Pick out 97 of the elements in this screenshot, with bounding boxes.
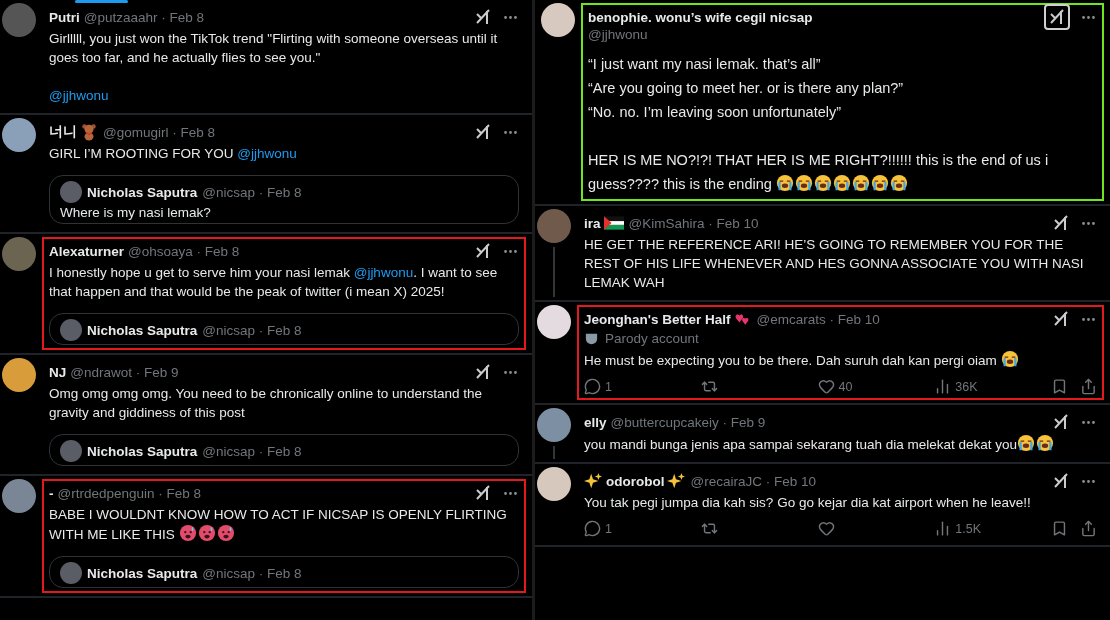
slash-icon[interactable] bbox=[474, 484, 492, 502]
quoted-text: Where is my nasi lemak? bbox=[60, 205, 212, 220]
slash-icon[interactable] bbox=[1052, 310, 1070, 328]
tweet-text: You tak pegi jumpa dia kah sis? Go go kejar dia kat airport when he leave!! bbox=[584, 494, 1032, 512]
user-name[interactable]: benophie. wonu’s wife cegil nicsap bbox=[588, 9, 813, 25]
tweet-text: Omg omg omg omg. You need to be chronically online to understand the gravity and giddiness of this post bbox=[49, 385, 484, 422]
bookmark-icon[interactable] bbox=[1051, 520, 1068, 537]
handle-and-date: @putzaaahr · Feb 8 bbox=[83, 9, 205, 25]
slash-icon[interactable] bbox=[474, 242, 492, 260]
quoted-post[interactable]: Nicholas Saputra @nicsap · Feb 8 bbox=[49, 313, 519, 345]
tweet-text: HE GET THE REFERENCE ARI! HE’S GOING TO REMEMBER YOU FOR THE REST OF HIS LIFE WHENEVER AND HES GONNA ASSOCIATE YOU WITH NASI LEMAK WAH bbox=[584, 236, 1085, 292]
handle-and-date: @recairaJC · Feb 10 bbox=[690, 473, 816, 489]
tweet-text: GIRL I’M ROOTING FOR YOU @jjhwonu bbox=[49, 145, 298, 163]
sparkles-icon bbox=[584, 472, 602, 490]
share-icon[interactable] bbox=[1080, 378, 1097, 395]
like-count: 40 bbox=[838, 379, 853, 394]
crying-face-icon bbox=[794, 174, 813, 192]
crying-face-icon bbox=[775, 174, 794, 192]
slash-icon[interactable] bbox=[1052, 413, 1070, 431]
crying-face-icon bbox=[889, 174, 908, 192]
slash-icon[interactable] bbox=[474, 8, 492, 26]
view-count: 1.5K bbox=[955, 521, 981, 536]
handle-and-date: @nicsap · Feb 8 bbox=[202, 443, 302, 459]
teddy-bear-icon bbox=[80, 123, 98, 141]
reply-count: 1 bbox=[605, 521, 612, 536]
crying-face-icon bbox=[813, 174, 832, 192]
mention-link[interactable]: @jjhwonu bbox=[237, 146, 297, 161]
slash-icon[interactable] bbox=[1052, 214, 1070, 232]
avatar bbox=[60, 181, 82, 203]
avatar[interactable] bbox=[537, 408, 571, 442]
handle-and-date: @gomugirl · Feb 8 bbox=[103, 124, 215, 140]
tab-indicator bbox=[75, 0, 128, 3]
avatar bbox=[60, 440, 82, 462]
crying-face-icon bbox=[870, 174, 889, 192]
crying-face-icon bbox=[1036, 434, 1055, 452]
bookmark-icon[interactable] bbox=[1051, 378, 1068, 395]
avatar[interactable] bbox=[537, 467, 571, 501]
mention-link[interactable]: @jjhwonu bbox=[49, 88, 109, 103]
handle-and-date: @KimSahira · Feb 10 bbox=[628, 215, 759, 231]
user-handle: @jjhwonu bbox=[588, 27, 649, 42]
user-name[interactable]: - bbox=[49, 485, 54, 501]
user-name[interactable]: Putri bbox=[49, 9, 80, 25]
hot-face-icon bbox=[216, 524, 235, 542]
crying-face-icon bbox=[851, 174, 870, 192]
user-name[interactable]: ira bbox=[584, 215, 601, 231]
slash-icon[interactable] bbox=[474, 363, 492, 381]
tweet-text: I honestly hope u get to serve him your nasi lemak @jjhwonu. I want to see that happen and that would be the peak of twitter (i mean X) 2025! bbox=[49, 264, 499, 301]
avatar[interactable] bbox=[541, 3, 575, 37]
handle-and-date: @rtrdedpenguin · Feb 8 bbox=[57, 485, 202, 501]
crying-face-icon bbox=[1017, 434, 1036, 452]
flag-icon bbox=[603, 216, 624, 230]
tweet-text: BABE I WOULDNT KNOW HOW TO ACT IF NICSAP IS OPENLY FLIRTING WITH ME LIKE THIS bbox=[49, 506, 508, 544]
user-name[interactable]: elly bbox=[584, 414, 607, 430]
handle-and-date: @nicsap · Feb 8 bbox=[202, 184, 302, 200]
quoted-post[interactable]: Nicholas Saputra @nicsap · Feb 8 Where is my nasi lemak? bbox=[49, 175, 519, 224]
handle-and-date: @ohsoaya · Feb 8 bbox=[128, 243, 240, 259]
user-name[interactable]: NJ bbox=[49, 364, 67, 380]
hot-face-icon bbox=[178, 524, 197, 542]
sparkles-icon bbox=[667, 472, 686, 490]
avatar bbox=[60, 562, 82, 584]
heart-icon[interactable] bbox=[817, 378, 835, 395]
crying-face-icon bbox=[1000, 350, 1019, 368]
user-name[interactable]: Nicholas Saputra bbox=[87, 443, 198, 459]
share-icon[interactable] bbox=[1080, 520, 1097, 537]
handle-and-date: @buttercupcakeiy · Feb 9 bbox=[610, 414, 766, 430]
handle-and-date: @ndrawot · Feb 9 bbox=[70, 364, 179, 380]
avatar[interactable] bbox=[2, 358, 36, 392]
view-count: 36K bbox=[955, 379, 978, 394]
slash-icon[interactable] bbox=[474, 123, 492, 141]
handle-and-date: @nicsap · Feb 8 bbox=[202, 322, 302, 338]
user-name[interactable]: Nicholas Saputra bbox=[87, 184, 198, 200]
handle-and-date: @emcarats · Feb 10 bbox=[756, 311, 880, 327]
parody-label: Parody account bbox=[605, 331, 699, 346]
avatar bbox=[60, 319, 82, 341]
heart-icon[interactable] bbox=[817, 520, 835, 537]
tweet-text: He must be expecting you to be there. Dah suruh dah kan pergi oiam bbox=[584, 350, 1097, 370]
user-name[interactable]: Nicholas Saputra bbox=[87, 322, 198, 338]
user-name[interactable]: Nicholas Saputra bbox=[87, 565, 198, 581]
user-name[interactable]: 너니 bbox=[49, 123, 77, 141]
mask-icon bbox=[584, 331, 599, 346]
reply-icon[interactable] bbox=[584, 378, 601, 395]
reply-icon[interactable] bbox=[584, 520, 601, 537]
tweet-text: “I just want my nasi lemak. that’s all” “Are you going to meet her. or is there any plan?” “No. no. I’m leaving soon unfortunately” HER IS ME NO?!?! THAT HER IS ME RIGHT?!!!!!! this is the end of us i guess???? this is the ending bbox=[588, 55, 1050, 194]
tweet-text: you mandi bunga jenis apa sampai sekarang tuah dia melekat dekat you bbox=[584, 434, 1097, 454]
user-name[interactable]: Jeonghan's Better Half bbox=[584, 311, 731, 327]
reply-count: 1 bbox=[605, 379, 612, 394]
slash-icon[interactable] bbox=[1052, 472, 1070, 490]
tweet-text: Girlllll, you just won the TikTok trend "Flirting with someone overseas until it goes too far, and he actually flies to see you." @jjhwonu bbox=[49, 30, 499, 105]
quoted-post[interactable]: Nicholas Saputra @nicsap · Feb 8 bbox=[49, 434, 519, 466]
crying-face-icon bbox=[832, 174, 851, 192]
avatar[interactable] bbox=[2, 118, 36, 152]
avatar[interactable] bbox=[537, 305, 571, 339]
handle-and-date: @nicsap · Feb 8 bbox=[202, 565, 302, 581]
hot-face-icon bbox=[197, 524, 216, 542]
user-name[interactable]: odorobol bbox=[606, 473, 665, 489]
quoted-post[interactable]: Nicholas Saputra @nicsap · Feb 8 bbox=[49, 556, 519, 588]
user-name[interactable]: Alexaturner bbox=[49, 243, 125, 259]
